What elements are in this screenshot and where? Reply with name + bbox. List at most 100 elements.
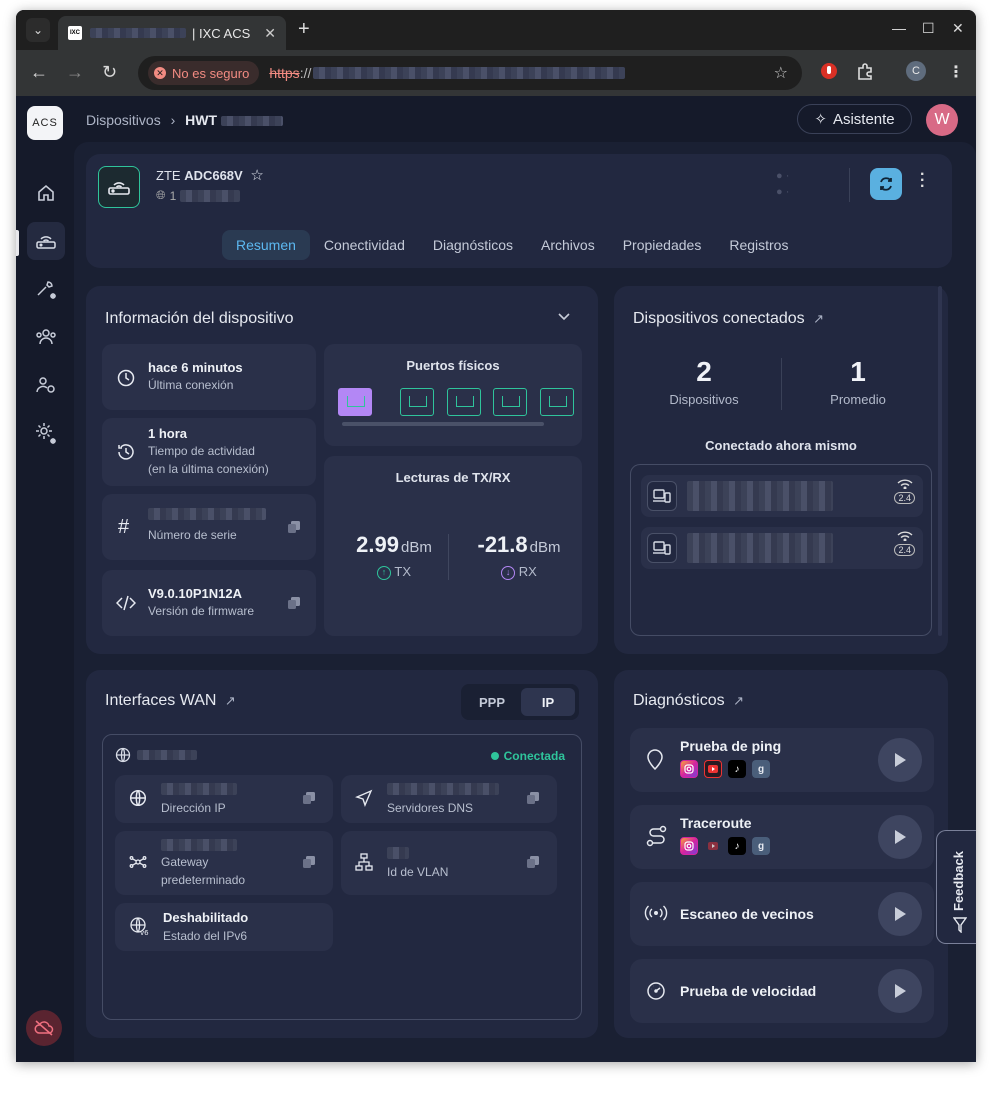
copy-serial-icon[interactable] <box>288 520 300 533</box>
copy-ip-icon[interactable] <box>303 791 315 804</box>
serial-tile: # Número de serie <box>102 494 316 560</box>
ipv6-globe-icon: v6 <box>129 916 151 936</box>
instagram-icon[interactable] <box>680 837 698 855</box>
ping-test-row[interactable]: Prueba de ping ♪ g <box>630 728 934 792</box>
extensions-puzzle-icon[interactable] <box>856 62 874 85</box>
reload-icon[interactable]: ↻ <box>102 62 117 83</box>
new-tab-icon[interactable]: + <box>298 18 310 41</box>
profile-icon[interactable]: C <box>906 61 926 81</box>
traceroute-targets: ♪ g <box>680 837 776 855</box>
ipv6-value: Deshabilitado <box>163 910 249 925</box>
ports-scrollbar[interactable] <box>342 422 544 426</box>
security-chip[interactable]: ✕ No es seguro <box>148 61 260 85</box>
play-neighbor-scan-button[interactable] <box>878 892 922 936</box>
copy-dns-icon[interactable] <box>527 791 539 804</box>
tiktok-icon[interactable]: ♪ <box>728 760 746 778</box>
favorite-star-icon[interactable]: ☆ <box>250 167 263 184</box>
neighbor-scan-row[interactable]: Escaneo de vecinos <box>630 882 934 946</box>
play-traceroute-button[interactable] <box>878 815 922 859</box>
browser-menu-icon[interactable]: ⋮ <box>948 62 964 82</box>
forward-icon[interactable]: → <box>66 62 84 83</box>
external-link-icon[interactable]: ↗ <box>813 311 824 326</box>
blurred-device-id <box>220 116 283 127</box>
seg-ppp[interactable]: PPP <box>465 688 519 716</box>
more-options-icon[interactable]: · · · <box>920 167 925 195</box>
collapse-chevron-icon[interactable] <box>556 308 572 329</box>
pon-port-icon[interactable] <box>338 388 372 416</box>
settings-gear-icon[interactable] <box>27 414 65 452</box>
wan-title: Interfaces WAN ↗ <box>105 692 236 710</box>
route-icon <box>646 825 668 847</box>
youtube-icon[interactable] <box>704 760 722 778</box>
url-omnibox[interactable]: ✕ No es seguro https :// ☆ <box>138 56 802 90</box>
external-link-icon[interactable]: ↗ <box>733 693 744 708</box>
blurred-ip <box>180 189 241 202</box>
speed-test-label: Prueba de velocidad <box>680 983 817 999</box>
tab-conectividad[interactable]: Conectividad <box>310 230 419 260</box>
refresh-button[interactable] <box>870 168 902 200</box>
window-close-icon[interactable]: ✕ <box>952 20 964 37</box>
back-icon[interactable]: ← <box>30 62 48 83</box>
assistant-button[interactable]: ✧ Asistente <box>797 104 912 134</box>
g-service-icon[interactable]: g <box>752 760 770 778</box>
play-ping-button[interactable] <box>878 738 922 782</box>
external-link-icon[interactable]: ↗ <box>225 693 236 708</box>
lan-port-1-icon[interactable] <box>400 388 435 416</box>
lan-port-4-icon[interactable] <box>539 388 574 416</box>
device-ip-prefix: 1 <box>169 188 177 203</box>
g-service-icon[interactable]: g <box>752 837 770 855</box>
router-nav-icon[interactable] <box>27 222 65 260</box>
connected-device-row[interactable]: 2.4 <box>641 527 923 569</box>
home-icon[interactable] <box>27 174 65 212</box>
users-settings-icon[interactable] <box>27 366 65 404</box>
device-model: ADC668V <box>184 168 243 183</box>
tiktok-icon[interactable]: ♪ <box>728 837 746 855</box>
tools-icon[interactable] <box>27 270 65 308</box>
wifi-badge: 2.4 <box>894 479 915 504</box>
minimize-icon[interactable]: — <box>892 20 906 36</box>
page-scrollbar[interactable] <box>938 286 942 636</box>
diagnostics-title-text: Diagnósticos <box>633 692 725 709</box>
bookmark-star-icon[interactable]: ☆ <box>774 63 788 83</box>
seg-ip[interactable]: IP <box>521 688 575 716</box>
security-label: No es seguro <box>172 65 250 81</box>
rx-value: -21.8 <box>477 532 528 557</box>
copy-firmware-icon[interactable] <box>288 596 300 609</box>
connected-device-row[interactable]: 2.4 <box>641 475 923 517</box>
breadcrumb-root[interactable]: Dispositivos <box>86 112 161 128</box>
extension-shield-icon[interactable] <box>820 62 838 85</box>
lan-port-2-icon[interactable] <box>446 388 481 416</box>
tab-archivos[interactable]: Archivos <box>527 230 609 260</box>
connected-devices-card: Dispositivos conectados ↗ 2 Dispositivos… <box>614 286 948 654</box>
instagram-icon[interactable] <box>680 760 698 778</box>
tab-close-icon[interactable]: ✕ <box>264 25 276 42</box>
browser-tab[interactable]: IXC | IXC ACS ✕ <box>58 16 286 50</box>
traceroute-row[interactable]: Traceroute ♪ g <box>630 805 934 869</box>
user-avatar[interactable]: W <box>926 104 958 136</box>
tab-registros[interactable]: Registros <box>715 230 802 260</box>
copy-gateway-icon[interactable] <box>303 855 315 868</box>
tab-search-icon[interactable]: ⌄ <box>26 18 50 42</box>
tab-resumen[interactable]: Resumen <box>222 230 310 260</box>
tab-propiedades[interactable]: Propiedades <box>609 230 716 260</box>
connected-now-label: Conectado ahora mismo <box>705 438 857 453</box>
hash-icon: # <box>118 516 130 538</box>
tx-value: 2.99 <box>356 532 399 557</box>
lan-port-3-icon[interactable] <box>493 388 528 416</box>
youtube-icon[interactable] <box>704 837 722 855</box>
users-icon[interactable] <box>27 318 65 356</box>
tab-diagnosticos[interactable]: Diagnósticos <box>419 230 527 260</box>
play-speed-test-button[interactable] <box>878 969 922 1013</box>
maximize-icon[interactable]: ☐ <box>922 20 935 37</box>
copy-vlan-icon[interactable] <box>527 855 539 868</box>
speed-test-row[interactable]: Prueba de velocidad <box>630 959 934 1023</box>
blurred-url <box>313 67 626 79</box>
wifi-band: 2.4 <box>894 492 915 504</box>
last-connection-label: Última conexión <box>148 378 234 392</box>
device-header-card: ZTE ADC668V ☆ 🌐︎ 1 ● · ● · ··· Resumen <box>86 154 952 268</box>
vlan-tile: Id de VLAN <box>341 831 557 895</box>
dns-tile: Servidores DNS <box>341 775 557 823</box>
cloud-offline-icon[interactable] <box>26 1010 62 1046</box>
feedback-tab[interactable]: Feedback <box>936 830 976 944</box>
acs-logo[interactable]: ACS <box>27 106 63 140</box>
